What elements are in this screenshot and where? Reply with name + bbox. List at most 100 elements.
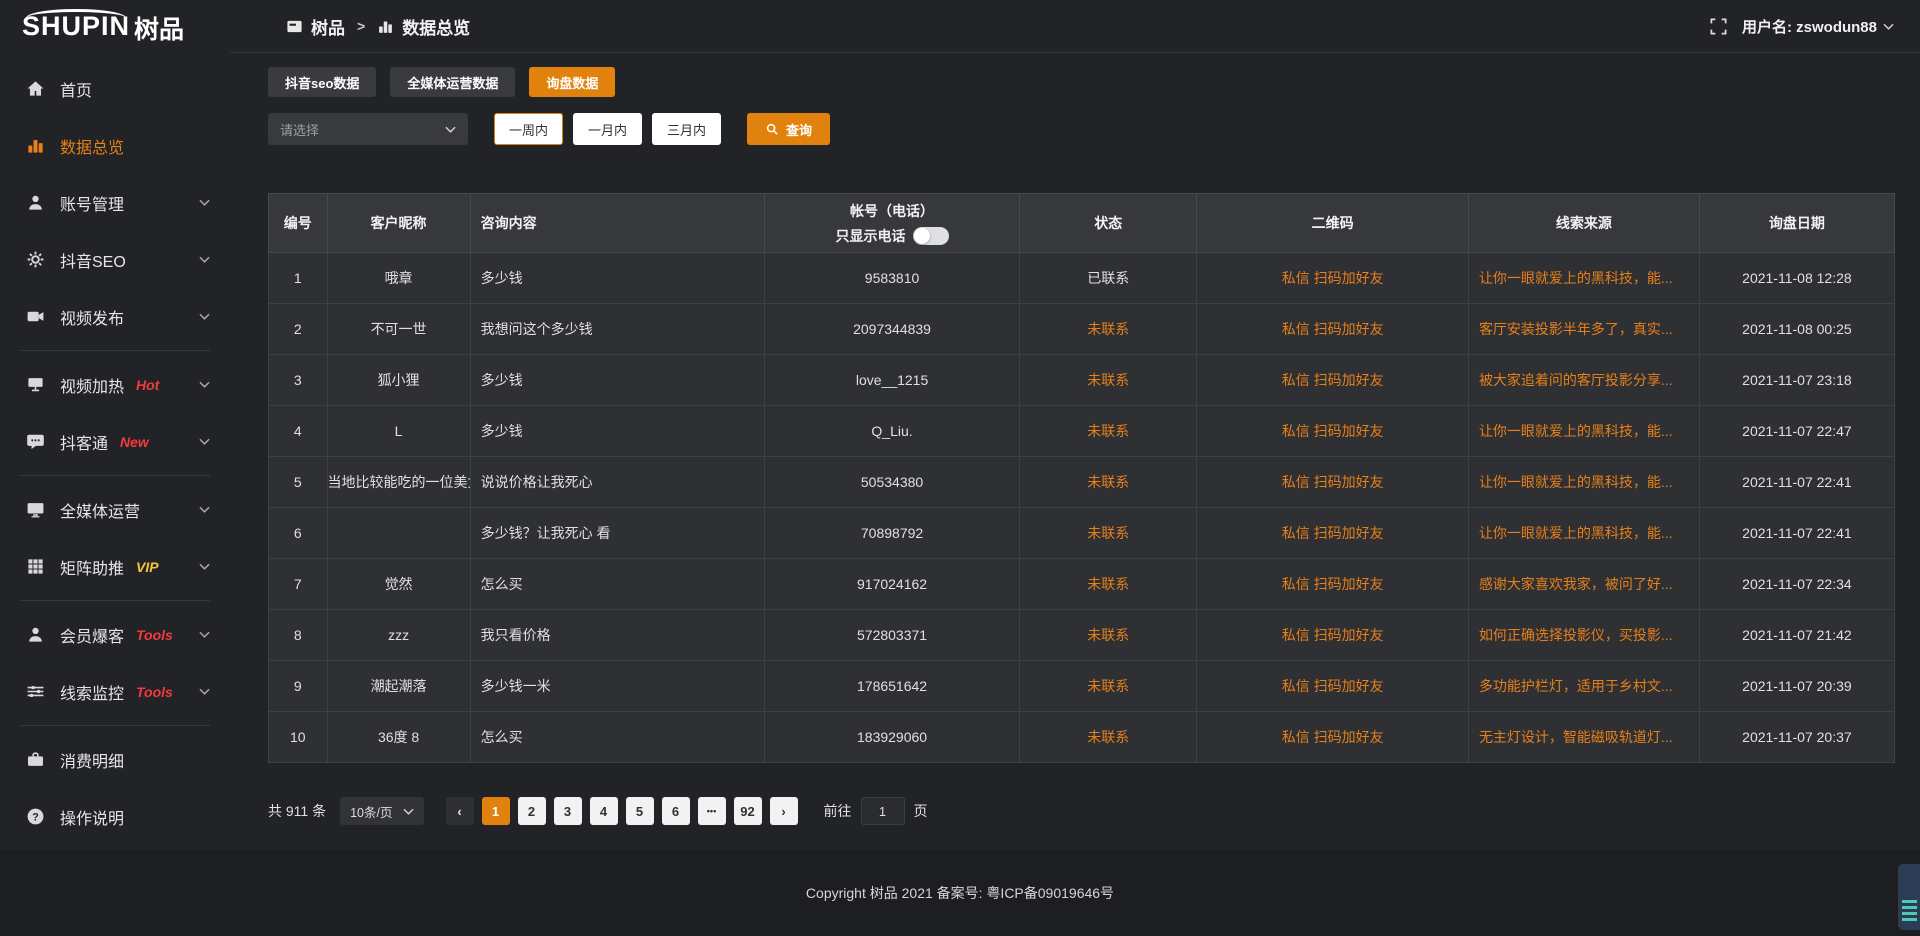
prev-page-button[interactable]: ‹ [446,797,474,825]
chevron-down-icon [199,631,210,638]
sidebar-divider [20,725,210,726]
fullscreen-icon[interactable] [1709,17,1728,36]
cell-account: 917024162 [764,559,1019,610]
cell-qrcode-link[interactable]: 私信 扫码加好友 [1197,610,1469,661]
cell-source-link[interactable]: 让你一眼就爱上的黑科技，能... [1468,406,1699,457]
page-button-92[interactable]: 92 [734,797,762,825]
range-month-button[interactable]: 一月内 [573,113,642,145]
sidebar-item-lead-monitor[interactable]: 线索监控 Tools [0,663,230,720]
pagination: 共 911 条 10条/页 ‹ 1 2 3 4 5 6 ••• 92 › 前往 … [268,797,1895,825]
cell-qrcode-link[interactable]: 私信 扫码加好友 [1197,559,1469,610]
cell-qrcode-link[interactable]: 私信 扫码加好友 [1197,253,1469,304]
cell-qrcode-link[interactable]: 私信 扫码加好友 [1197,406,1469,457]
header-no: 编号 [269,194,328,253]
chevron-down-icon [199,688,210,695]
sidebar-item-label: 首页 [60,77,92,101]
floating-widget[interactable] [1898,864,1920,930]
sidebar: 首页 数据总览 账号管理 抖音SEO 视频发布 视频加热 Hot [0,52,230,936]
sidebar-item-label: 消费明细 [60,748,124,772]
page-button-3[interactable]: 3 [554,797,582,825]
top-bar: SHUPIN 树品 树品 > 数据总览 用户名: zswodun88 [0,0,1920,52]
cell-qrcode-link[interactable]: 私信 扫码加好友 [1197,661,1469,712]
cell-account: 183929060 [764,712,1019,763]
range-week-button[interactable]: 一周内 [494,113,563,145]
sidebar-divider [20,350,210,351]
cell-source-link[interactable]: 让你一眼就爱上的黑科技，能... [1468,253,1699,304]
phone-only-label: 只显示电话 [836,226,906,246]
goto-page-input[interactable] [861,797,905,825]
sidebar-item-omni-media[interactable]: 全媒体运营 [0,481,230,538]
page-button-6[interactable]: 6 [662,797,690,825]
search-icon [765,122,779,136]
cell-qrcode-link[interactable]: 私信 扫码加好友 [1197,712,1469,763]
home-icon [26,79,45,98]
cell-date: 2021-11-07 23:18 [1699,355,1894,406]
sidebar-item-account-management[interactable]: 账号管理 [0,174,230,231]
cell-no: 5 [269,457,328,508]
user-menu[interactable]: 用户名: zswodun88 [1742,16,1894,37]
page-button-4[interactable]: 4 [590,797,618,825]
sidebar-item-matrix-boost[interactable]: 矩阵助推 VIP [0,538,230,595]
more-pages-button[interactable]: ••• [698,797,726,825]
breadcrumb-root[interactable]: 树品 [311,14,345,39]
cell-content: 多少钱 [470,406,764,457]
next-page-button[interactable]: › [770,797,798,825]
cell-no: 6 [269,508,328,559]
cell-qrcode-link[interactable]: 私信 扫码加好友 [1197,304,1469,355]
sidebar-item-video-publish[interactable]: 视频发布 [0,288,230,345]
page-button-2[interactable]: 2 [518,797,546,825]
tab-inquiry-data[interactable]: 询盘数据 [529,67,615,97]
cell-source-link[interactable]: 客厅安装投影半年多了，真实... [1468,304,1699,355]
cell-qrcode-link[interactable]: 私信 扫码加好友 [1197,355,1469,406]
cell-qrcode-link[interactable]: 私信 扫码加好友 [1197,457,1469,508]
sidebar-item-home[interactable]: 首页 [0,60,230,117]
question-circle-icon: ? [26,807,45,826]
cell-account: 9583810 [764,253,1019,304]
sidebar-item-douyin-seo[interactable]: 抖音SEO [0,231,230,288]
phone-only-toggle[interactable] [913,227,949,245]
range-quarter-button[interactable]: 三月内 [652,113,721,145]
cell-status: 未联系 [1020,355,1197,406]
cell-status: 未联系 [1020,559,1197,610]
cell-source-link[interactable]: 如何正确选择投影仪，买投影... [1468,610,1699,661]
user-icon [26,193,45,212]
page-button-5[interactable]: 5 [626,797,654,825]
cell-date: 2021-11-07 20:39 [1699,661,1894,712]
sidebar-item-data-overview[interactable]: 数据总览 [0,117,230,174]
sidebar-item-consumption-detail[interactable]: 消费明细 [0,731,230,788]
cell-account: 50534380 [764,457,1019,508]
breadcrumb-separator: > [357,18,365,34]
table-row: 6 多少钱？让我死心 看 70898792 未联系 私信 扫码加好友 让你一眼就… [269,508,1895,559]
sidebar-item-video-heat[interactable]: 视频加热 Hot [0,356,230,413]
chevron-down-icon [199,506,210,513]
user-label: 用户名: zswodun88 [1742,16,1877,37]
sidebar-item-operation-guide[interactable]: ? 操作说明 [0,788,230,845]
top-bar-right: 用户名: zswodun88 [1709,16,1920,37]
sidebar-divider [20,475,210,476]
sidebar-item-member-burst[interactable]: 会员爆客 Tools [0,606,230,663]
cell-no: 7 [269,559,328,610]
goto-label: 前往 [824,801,852,821]
cell-date: 2021-11-08 00:25 [1699,304,1894,355]
cell-source-link[interactable]: 感谢大家喜欢我家，被问了好... [1468,559,1699,610]
cell-date: 2021-11-07 22:34 [1699,559,1894,610]
cell-source-link[interactable]: 让你一眼就爱上的黑科技，能... [1468,457,1699,508]
cell-source-link[interactable]: 被大家追着问的客厅投影分享... [1468,355,1699,406]
sidebar-item-doukertong[interactable]: 抖客通 New [0,413,230,470]
table-row: 1 哦章 多少钱 9583810 已联系 私信 扫码加好友 让你一眼就爱上的黑科… [269,253,1895,304]
page-button-1[interactable]: 1 [482,797,510,825]
filter-select[interactable]: 请选择 [268,113,468,145]
cell-source-link[interactable]: 无主灯设计，智能磁吸轨道灯... [1468,712,1699,763]
cell-source-link[interactable]: 让你一眼就爱上的黑科技，能... [1468,508,1699,559]
page-size-select[interactable]: 10条/页 [340,797,423,825]
tab-douyin-seo-data[interactable]: 抖音seo数据 [268,67,376,97]
logo-arc-decoration [26,9,126,27]
cell-qrcode-link[interactable]: 私信 扫码加好友 [1197,508,1469,559]
chevron-down-icon [199,199,210,206]
cell-date: 2021-11-07 22:47 [1699,406,1894,457]
tab-omni-media-data[interactable]: 全媒体运营数据 [390,67,515,97]
cell-content: 怎么买 [470,559,764,610]
query-button[interactable]: 查询 [747,113,830,145]
cell-source-link[interactable]: 多功能护栏灯，适用于乡村文... [1468,661,1699,712]
cell-nickname: L [327,406,470,457]
